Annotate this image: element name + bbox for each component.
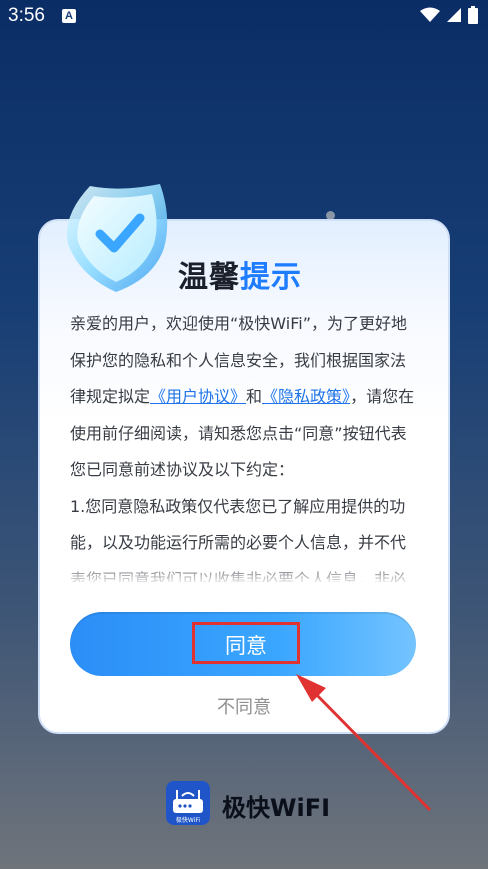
battery-icon (468, 6, 478, 24)
disagree-button[interactable]: 不同意 (193, 694, 295, 722)
dialog-title-part2: 提示 (240, 260, 302, 295)
notification-icon: A (62, 9, 76, 23)
status-time: 3:56 (8, 5, 45, 26)
app-logo-icon: 极快WiFi (166, 781, 210, 825)
app-name: 极快WiFI (222, 794, 331, 822)
dialog-body[interactable]: 亲爱的用户，欢迎使用“极快WiFi”，为了更好地保护您的隐私和个人信息安全，我们… (70, 306, 416, 582)
wifi-icon (420, 7, 440, 22)
agree-button[interactable] (70, 612, 416, 676)
shield-icon (66, 184, 168, 292)
privacy-policy-link[interactable]: 《隐私政策》 (262, 387, 350, 406)
signal-icon (447, 8, 461, 22)
body-paragraph-1: 亲爱的用户，欢迎使用“极快WiFi”，为了更好地保护您的隐私和个人信息安全，我们… (70, 306, 416, 489)
dialog-title: 温馨提示 (178, 252, 302, 296)
app-logo-caption: 极快WiFi (176, 816, 200, 824)
status-bar: 3:56 A (0, 0, 488, 34)
content-fade (70, 560, 416, 586)
user-agreement-link[interactable]: 《用户协议》 (150, 387, 246, 406)
and-text: 和 (246, 387, 263, 406)
status-icons (420, 6, 478, 24)
dialog-title-part1: 温馨 (178, 260, 240, 295)
